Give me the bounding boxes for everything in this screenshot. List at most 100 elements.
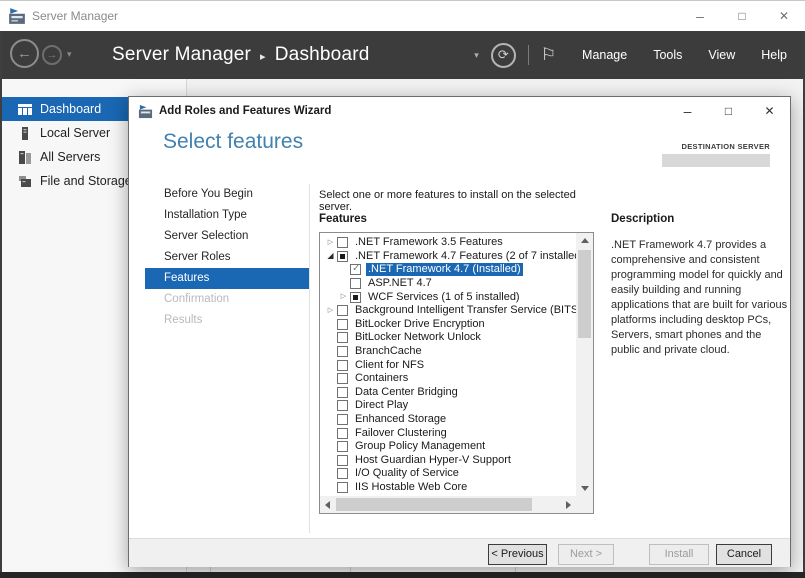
feature-tree-row[interactable]: Containers <box>324 372 576 386</box>
nav-history-caret-icon[interactable]: ▾ <box>67 49 72 60</box>
feature-checkbox[interactable] <box>337 360 348 371</box>
vertical-scrollbar-thumb[interactable] <box>578 250 591 338</box>
feature-checkbox[interactable] <box>337 346 348 357</box>
minimize-icon[interactable] <box>679 1 721 31</box>
feature-tree-row[interactable]: Direct Play <box>324 399 576 413</box>
notifications-flag-icon[interactable] <box>541 45 556 65</box>
feature-checkbox[interactable] <box>350 292 361 303</box>
vertical-scrollbar[interactable] <box>576 233 593 496</box>
wizard-step[interactable]: Server Selection <box>145 226 309 247</box>
feature-tree-row[interactable]: WCF Services (1 of 5 installed) <box>337 290 576 304</box>
scroll-up-icon[interactable] <box>581 238 589 243</box>
feature-label[interactable]: Background Intelligent Transfer Service … <box>353 304 576 317</box>
wizard-step[interactable]: Before You Begin <box>145 184 309 205</box>
feature-tree-row[interactable]: .NET Framework 3.5 Features <box>324 236 576 250</box>
feature-tree-row[interactable]: I/O Quality of Service <box>324 467 576 481</box>
feature-label[interactable]: ASP.NET 4.7 <box>366 277 434 290</box>
feature-label[interactable]: I/O Quality of Service <box>353 467 461 480</box>
wizard-step[interactable]: Results <box>145 310 309 331</box>
dialog-titlebar[interactable]: Add Roles and Features Wizard <box>129 97 790 125</box>
menu-manage[interactable]: Manage <box>582 48 627 62</box>
dialog-close-icon[interactable] <box>749 97 790 125</box>
feature-label[interactable]: Client for NFS <box>353 359 426 372</box>
feature-tree-row[interactable]: ASP.NET 4.7 <box>337 277 576 291</box>
feature-label[interactable]: WCF Services (1 of 5 installed) <box>366 291 522 304</box>
feature-checkbox[interactable] <box>350 278 361 289</box>
breadcrumb-root[interactable]: Server Manager <box>112 44 251 66</box>
header-toolbar: ▾ Manage Tools View Help <box>474 31 787 79</box>
feature-label[interactable]: BitLocker Drive Encryption <box>353 318 487 331</box>
horizontal-scrollbar[interactable] <box>320 496 576 513</box>
feature-tree-row[interactable]: Group Policy Management <box>324 440 576 454</box>
scroll-right-icon[interactable] <box>566 501 571 509</box>
feature-checkbox[interactable] <box>337 251 348 262</box>
feature-label[interactable]: Enhanced Storage <box>353 413 448 426</box>
wizard-step[interactable]: Installation Type <box>145 205 309 226</box>
sidebar-item-label: Local Server <box>40 126 110 140</box>
feature-label[interactable]: .NET Framework 3.5 Features <box>353 236 505 249</box>
feature-label[interactable]: Direct Play <box>353 399 410 412</box>
expander-icon[interactable] <box>324 305 337 317</box>
feature-label[interactable]: IIS Hostable Web Core <box>353 481 469 494</box>
expander-icon[interactable] <box>337 291 350 303</box>
dialog-minimize-icon[interactable] <box>667 97 708 125</box>
scroll-left-icon[interactable] <box>325 501 330 509</box>
feature-checkbox[interactable] <box>337 373 348 384</box>
feature-label[interactable]: Failover Clustering <box>353 427 449 440</box>
feature-label[interactable]: .NET Framework 4.7 Features (2 of 7 inst… <box>353 250 576 263</box>
feature-checkbox[interactable] <box>337 414 348 425</box>
feature-label[interactable]: BitLocker Network Unlock <box>353 331 483 344</box>
wizard-nav-divider <box>309 184 310 533</box>
refresh-icon[interactable] <box>491 43 516 68</box>
feature-checkbox[interactable] <box>337 305 348 316</box>
feature-tree-row[interactable]: .NET Framework 4.7 Features (2 of 7 inst… <box>324 250 576 264</box>
wizard-step[interactable]: Server Roles <box>145 247 309 268</box>
previous-button[interactable]: < Previous <box>488 544 547 565</box>
wizard-step[interactable]: Features <box>145 268 309 289</box>
cancel-button[interactable]: Cancel <box>716 544 772 565</box>
feature-checkbox[interactable] <box>337 237 348 248</box>
back-icon[interactable]: ← <box>10 39 39 68</box>
feature-tree-row[interactable]: Background Intelligent Transfer Service … <box>324 304 576 318</box>
feature-tree-row[interactable]: Enhanced Storage <box>324 413 576 427</box>
feature-checkbox[interactable] <box>350 264 361 275</box>
menu-view[interactable]: View <box>708 48 735 62</box>
expander-icon[interactable] <box>324 237 337 249</box>
scroll-down-icon[interactable] <box>581 486 589 491</box>
feature-label[interactable]: Host Guardian Hyper-V Support <box>353 454 513 467</box>
feature-checkbox[interactable] <box>337 455 348 466</box>
feature-checkbox[interactable] <box>337 468 348 479</box>
feature-checkbox[interactable] <box>337 400 348 411</box>
feature-tree-row[interactable]: BitLocker Drive Encryption <box>324 318 576 332</box>
wizard-step-label: Results <box>164 314 202 326</box>
feature-label[interactable]: Containers <box>353 372 410 385</box>
feature-tree-row[interactable]: BitLocker Network Unlock <box>324 331 576 345</box>
forward-icon[interactable]: → <box>42 45 62 65</box>
horizontal-scrollbar-thumb[interactable] <box>336 498 532 511</box>
feature-checkbox[interactable] <box>337 319 348 330</box>
expander-icon[interactable] <box>324 250 337 262</box>
feature-checkbox[interactable] <box>337 428 348 439</box>
menu-tools[interactable]: Tools <box>653 48 682 62</box>
feature-checkbox[interactable] <box>337 482 348 493</box>
feature-tree-row[interactable]: Data Center Bridging <box>324 386 576 400</box>
feature-tree-row[interactable]: Host Guardian Hyper-V Support <box>324 454 576 468</box>
feature-tree-row[interactable]: Client for NFS <box>324 358 576 372</box>
feature-label[interactable]: .NET Framework 4.7 (Installed) <box>366 263 523 276</box>
refresh-caret-icon[interactable]: ▾ <box>474 50 479 61</box>
wizard-step[interactable]: Confirmation <box>145 289 309 310</box>
feature-checkbox[interactable] <box>337 332 348 343</box>
menu-help[interactable]: Help <box>761 48 787 62</box>
feature-checkbox[interactable] <box>337 441 348 452</box>
maximize-icon[interactable] <box>721 1 763 31</box>
feature-label[interactable]: Data Center Bridging <box>353 386 460 399</box>
feature-tree-row[interactable]: IIS Hostable Web Core <box>324 481 576 495</box>
feature-label[interactable]: BranchCache <box>353 345 424 358</box>
feature-tree-row[interactable]: .NET Framework 4.7 (Installed) <box>337 263 576 277</box>
feature-tree-row[interactable]: Failover Clustering <box>324 426 576 440</box>
dialog-maximize-icon[interactable] <box>708 97 749 125</box>
feature-tree-row[interactable]: BranchCache <box>324 345 576 359</box>
close-icon[interactable] <box>763 1 805 31</box>
feature-label[interactable]: Group Policy Management <box>353 440 487 453</box>
feature-checkbox[interactable] <box>337 387 348 398</box>
